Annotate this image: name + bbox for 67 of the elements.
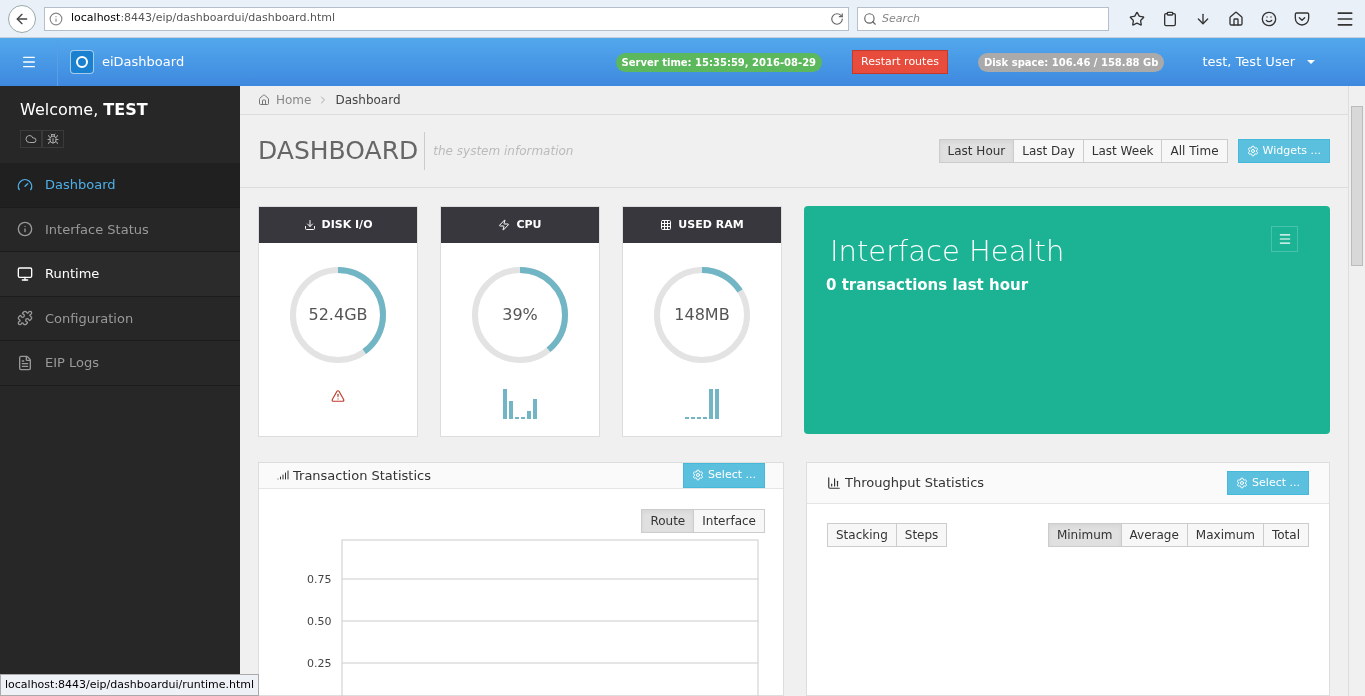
gear-icon: [692, 469, 705, 482]
menu-icon: [1277, 232, 1292, 246]
gauge-value: 148MB: [674, 304, 730, 326]
gear-icon: [1236, 477, 1249, 489]
axis-tick-label: 0.50: [307, 613, 332, 630]
toggle-button[interactable]: Steps: [895, 523, 948, 547]
toggle-button[interactable]: Stacking: [827, 523, 897, 547]
toggle-button[interactable]: Interface: [693, 508, 765, 533]
url-text: localhost:8443/eip/dashboardui/dashboard.html: [71, 10, 336, 27]
panel-title: Throughput Statistics: [845, 474, 985, 493]
nav-item[interactable]: Dashboard: [0, 163, 240, 208]
toggle-button[interactable]: Minimum: [1047, 523, 1122, 547]
toggle-button[interactable]: Total: [1262, 523, 1309, 547]
toggle-button[interactable]: Last Hour: [938, 139, 1015, 163]
nav-item[interactable]: Runtime: [0, 252, 240, 297]
restart-routes-button[interactable]: Restart routes: [852, 49, 948, 75]
page-title: DASHBOARD: [258, 132, 426, 170]
bookmark-icon[interactable]: [1129, 10, 1145, 27]
bug-icon: [47, 133, 59, 145]
toggle-button[interactable]: Last Day: [1013, 139, 1084, 163]
home-icon[interactable]: [1228, 10, 1244, 27]
toggle-button[interactable]: Last Week: [1082, 139, 1163, 163]
lightning-icon: [498, 219, 511, 231]
nav-item[interactable]: Configuration: [0, 296, 240, 341]
health-subtitle: 0 transactions last hour: [826, 274, 1030, 296]
axis-tick-label: 0.75: [307, 571, 332, 588]
toggle-button[interactable]: Route: [641, 508, 695, 533]
disk-space-badge: Disk space: 106.46 / 158.88 Gb: [977, 52, 1165, 72]
toggle-button[interactable]: Maximum: [1186, 523, 1264, 547]
monitor-icon: [17, 265, 33, 282]
toggle-button[interactable]: All Time: [1161, 139, 1228, 163]
gauge-header: DISK I/O: [259, 207, 417, 243]
server-time-badge: Server time: 15:35:59, 2016-08-29: [615, 52, 823, 72]
logo-icon: [70, 50, 94, 74]
clipboard-icon[interactable]: [1162, 10, 1178, 27]
puzzle-icon: [17, 310, 33, 327]
url-field[interactable]: localhost:8443/eip/dashboardui/dashboard.html: [44, 6, 849, 31]
debug-button[interactable]: [42, 130, 64, 148]
file-icon: [17, 354, 33, 371]
back-button[interactable]: [8, 4, 36, 33]
gear-icon: [1246, 145, 1259, 157]
axis-tick-label: 0.25: [307, 655, 332, 672]
bar-chart-icon: [827, 476, 841, 490]
upload-button[interactable]: [20, 130, 42, 148]
info-icon: [17, 221, 33, 238]
toggle-button[interactable]: Average: [1120, 523, 1188, 547]
signal-icon: [277, 469, 289, 482]
grid-icon: [660, 219, 673, 231]
search-icon: [863, 11, 877, 26]
search-field[interactable]: Search: [857, 6, 1109, 31]
download-icon: [303, 219, 316, 231]
breadcrumb-item: Dashboard: [335, 92, 401, 109]
welcome-text: Welcome, TEST: [20, 99, 149, 121]
gauge-header: USED RAM: [623, 207, 781, 243]
nav-item[interactable]: EIP Logs: [0, 341, 240, 386]
smiley-icon[interactable]: [1261, 10, 1277, 27]
info-icon: [49, 11, 63, 26]
gauge-header: CPU: [441, 207, 599, 243]
pocket-icon[interactable]: [1294, 10, 1310, 27]
reload-icon[interactable]: [830, 11, 844, 26]
dashboard-icon: [17, 176, 33, 193]
health-title: Interface Health: [830, 233, 1065, 270]
home-icon: [258, 94, 270, 106]
gauge-value: 52.4GB: [308, 304, 368, 326]
gauge-value: 39%: [502, 304, 538, 326]
cloud-icon: [25, 133, 37, 145]
panel-title: Transaction Statistics: [293, 466, 431, 485]
